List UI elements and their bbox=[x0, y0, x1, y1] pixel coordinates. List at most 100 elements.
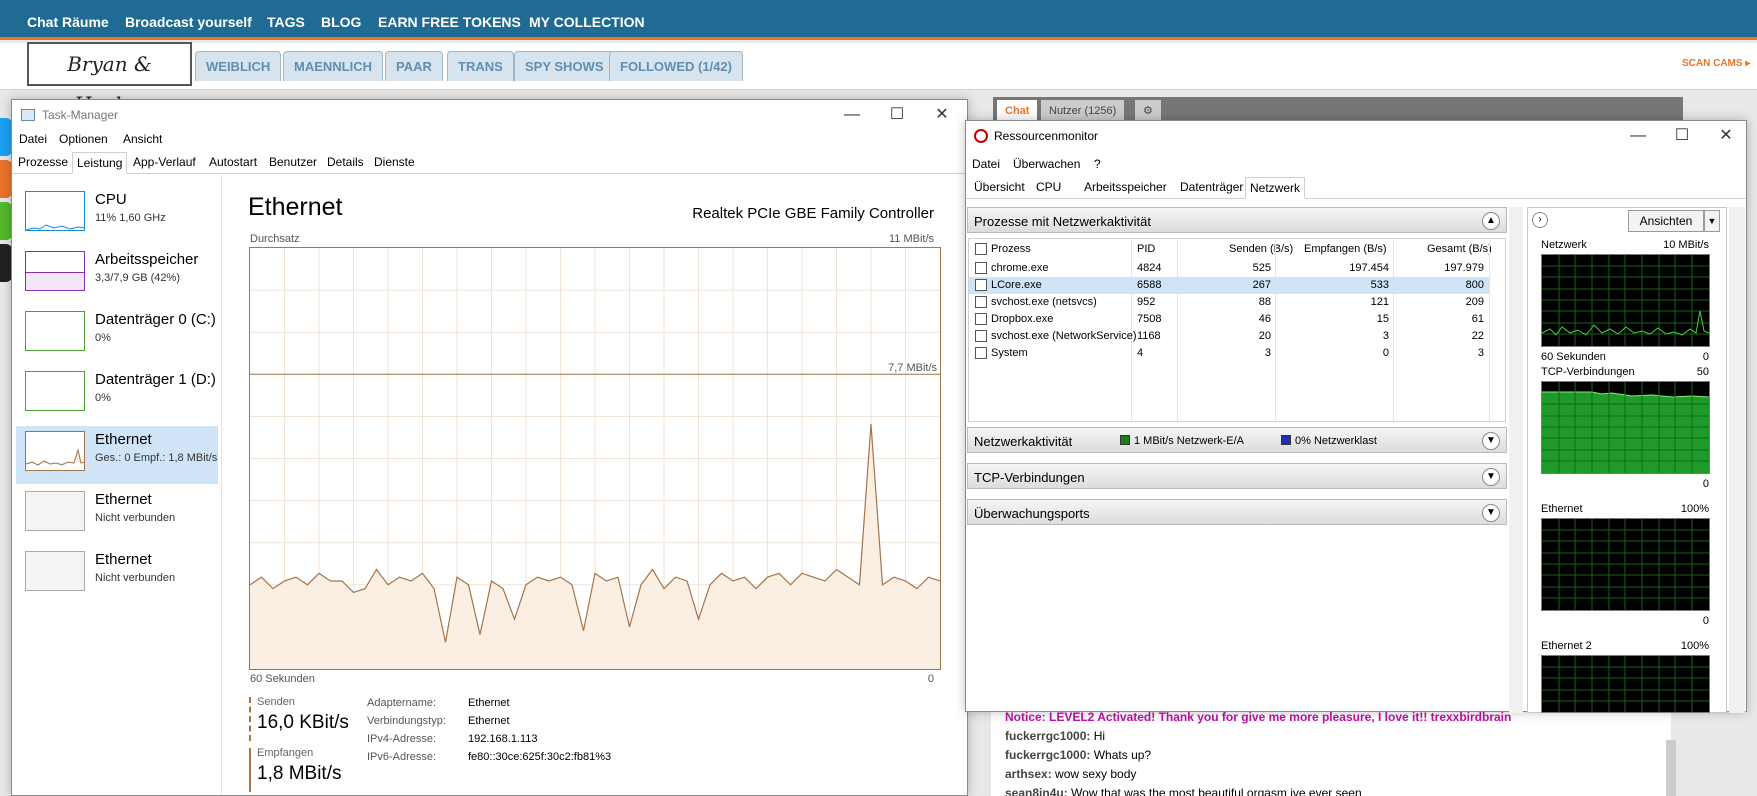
task-manager-tabs: Prozesse Leistung App-Verlauf Autostart … bbox=[12, 152, 967, 174]
send-indicator bbox=[249, 697, 251, 741]
disk1-thumbnail bbox=[25, 371, 85, 411]
expand-icon[interactable]: ▼ bbox=[1482, 468, 1500, 486]
task-manager-titlebar[interactable]: Task-Manager — ☐ ✕ bbox=[12, 100, 967, 130]
tab-datentraeger[interactable]: Datenträger bbox=[1176, 177, 1247, 199]
tab-autostart[interactable]: Autostart bbox=[205, 152, 261, 174]
section-network-activity[interactable]: Netzwerkaktivität 1 MBit/s Netzwerk-E/A … bbox=[967, 427, 1507, 453]
menu-datei[interactable]: Datei bbox=[972, 157, 1000, 171]
nav-chat-rooms[interactable]: Chat Räume bbox=[27, 0, 109, 40]
row-checkbox[interactable] bbox=[975, 279, 987, 291]
section-ports[interactable]: Überwachungsports ▼ bbox=[967, 499, 1507, 525]
site-logo[interactable]: Bryan & Haylee bbox=[27, 42, 192, 116]
col-gesamt[interactable]: Gesamt (B/s) bbox=[1427, 243, 1492, 255]
expand-icon[interactable]: ▼ bbox=[1482, 432, 1500, 450]
table-row[interactable]: svchost.exe (NetworkService) 1168 20 3 2… bbox=[969, 328, 1489, 345]
section-title: TCP-Verbindungen bbox=[974, 470, 1085, 485]
row-checkbox[interactable] bbox=[975, 296, 987, 308]
process-name: chrome.exe bbox=[991, 262, 1049, 274]
tab-arbeitsspeicher[interactable]: Arbeitsspeicher bbox=[1080, 177, 1171, 199]
menu-ueberwachen[interactable]: Überwachen bbox=[1013, 157, 1080, 171]
process-send: 525 bbox=[1252, 262, 1271, 274]
process-send: 46 bbox=[1258, 313, 1271, 325]
tab-netzwerk[interactable]: Netzwerk bbox=[1245, 177, 1306, 199]
row-checkbox[interactable] bbox=[975, 330, 987, 342]
col-prozess[interactable]: Prozess bbox=[991, 243, 1031, 255]
tab-details[interactable]: Details bbox=[323, 152, 368, 174]
minimize-button[interactable]: — bbox=[830, 100, 874, 130]
table-row[interactable]: svchost.exe (netsvcs) 952 88 121 209 bbox=[969, 294, 1489, 311]
nav-my-collection[interactable]: MY COLLECTION bbox=[529, 0, 645, 40]
collapse-icon[interactable]: ▲ bbox=[1482, 212, 1500, 230]
site-tab-weiblich[interactable]: WEIBLICH bbox=[195, 51, 282, 81]
table-row[interactable]: System 4 3 0 3 bbox=[969, 345, 1489, 362]
table-row[interactable]: Dropbox.exe 7508 46 15 61 bbox=[969, 311, 1489, 328]
resource-ethernet-2[interactable]: Ethernet Nicht verbunden bbox=[16, 486, 218, 544]
process-recv: 197.454 bbox=[1349, 262, 1389, 274]
process-pid: 952 bbox=[1137, 296, 1156, 308]
resource-sub: 3,3/7,9 GB (42%) bbox=[95, 272, 180, 284]
table-row[interactable]: chrome.exe 4824 525 197.454 197.979 bbox=[969, 260, 1489, 277]
nav-blog[interactable]: BLOG bbox=[321, 0, 361, 40]
scan-cams-link[interactable]: SCAN CAMS ▸ bbox=[1682, 58, 1750, 69]
tab-leistung[interactable]: Leistung bbox=[72, 152, 128, 174]
cpu-thumbnail bbox=[25, 191, 85, 231]
users-tab[interactable]: Nutzer (1256) bbox=[1041, 100, 1125, 122]
resource-memory[interactable]: Arbeitsspeicher 3,3/7,9 GB (42%) bbox=[16, 246, 218, 304]
settings-gear-icon[interactable]: ⚙ bbox=[1135, 100, 1161, 122]
chat-tab[interactable]: Chat bbox=[997, 100, 1038, 122]
tab-cpu[interactable]: CPU bbox=[1032, 177, 1065, 199]
resource-monitor-titlebar[interactable]: Ressourcenmonitor — ☐ ✕ bbox=[966, 121, 1746, 151]
maximize-button[interactable]: ☐ bbox=[875, 100, 919, 130]
menu-optionen[interactable]: Optionen bbox=[59, 132, 108, 146]
minimize-button[interactable]: — bbox=[1616, 121, 1660, 151]
row-checkbox[interactable] bbox=[975, 313, 987, 325]
nav-broadcast[interactable]: Broadcast yourself bbox=[125, 0, 252, 40]
resource-cpu[interactable]: CPU 11% 1,60 GHz bbox=[16, 186, 218, 244]
right-pane-scrollbar[interactable] bbox=[1729, 207, 1745, 713]
row-checkbox[interactable] bbox=[975, 347, 987, 359]
left-pane-scrollbar[interactable] bbox=[1509, 207, 1523, 713]
site-tab-paar[interactable]: PAAR bbox=[385, 51, 443, 81]
tab-prozesse[interactable]: Prozesse bbox=[14, 152, 72, 174]
site-tab-trans[interactable]: TRANS bbox=[447, 51, 514, 81]
tab-dienste[interactable]: Dienste bbox=[370, 152, 419, 174]
col-senden[interactable]: Senden (B/s) bbox=[1229, 243, 1293, 255]
site-tab-followed[interactable]: FOLLOWED (1/42) bbox=[609, 51, 743, 81]
expand-icon[interactable]: ▼ bbox=[1482, 504, 1500, 522]
table-row[interactable]: LCore.exe 6588 267 533 800 bbox=[969, 277, 1489, 294]
section-processes[interactable]: Prozesse mit Netzwerkaktivität ▲ bbox=[967, 207, 1507, 233]
site-tab-maennlich[interactable]: MAENNLICH bbox=[283, 51, 383, 81]
chevron-down-icon[interactable]: ▼ bbox=[1704, 210, 1720, 232]
process-name: svchost.exe (netsvcs) bbox=[991, 296, 1097, 308]
nav-tags[interactable]: TAGS bbox=[267, 0, 305, 40]
resource-ethernet-3[interactable]: Ethernet Nicht verbunden bbox=[16, 546, 218, 604]
tab-app-verlauf[interactable]: App-Verlauf bbox=[129, 152, 200, 174]
chat-message: arthsex: wow sexy body bbox=[1005, 767, 1137, 781]
views-button[interactable]: Ansichten bbox=[1628, 210, 1704, 232]
resource-ethernet[interactable]: Ethernet Ges.: 0 Empf.: 1,8 MBit/s bbox=[16, 426, 218, 484]
chat-scrollbar[interactable] bbox=[1666, 740, 1676, 796]
menu-ansicht[interactable]: Ansicht bbox=[123, 132, 162, 146]
ethernet-thumbnail bbox=[25, 431, 85, 471]
tab-benutzer[interactable]: Benutzer bbox=[265, 152, 321, 174]
close-button[interactable]: ✕ bbox=[920, 100, 964, 130]
nav-earn-tokens[interactable]: EARN FREE TOKENS bbox=[378, 0, 521, 40]
resource-disk-0[interactable]: Datenträger 0 (C:) 0% bbox=[16, 306, 218, 364]
maximize-button[interactable]: ☐ bbox=[1660, 121, 1704, 151]
col-empfangen[interactable]: Empfangen (B/s) bbox=[1304, 243, 1387, 255]
site-tab-spy-shows[interactable]: SPY SHOWS bbox=[514, 51, 615, 81]
resource-name: Ethernet bbox=[95, 491, 152, 508]
select-all-checkbox[interactable] bbox=[975, 243, 987, 255]
chevron-right-icon[interactable]: › bbox=[1532, 212, 1548, 228]
tab-uebersicht[interactable]: Übersicht bbox=[970, 177, 1029, 199]
info-value: Ethernet bbox=[468, 715, 510, 727]
col-pid[interactable]: PID bbox=[1137, 243, 1155, 255]
row-checkbox[interactable] bbox=[975, 262, 987, 274]
section-tcp[interactable]: TCP-Verbindungen ▼ bbox=[967, 463, 1507, 489]
menu-datei[interactable]: Datei bbox=[19, 132, 47, 146]
process-recv: 15 bbox=[1376, 313, 1389, 325]
resource-disk-1[interactable]: Datenträger 1 (D:) 0% bbox=[16, 366, 218, 424]
info-key: IPv4-Adresse: bbox=[367, 733, 437, 745]
close-button[interactable]: ✕ bbox=[1704, 121, 1748, 151]
menu-help[interactable]: ? bbox=[1094, 157, 1101, 171]
